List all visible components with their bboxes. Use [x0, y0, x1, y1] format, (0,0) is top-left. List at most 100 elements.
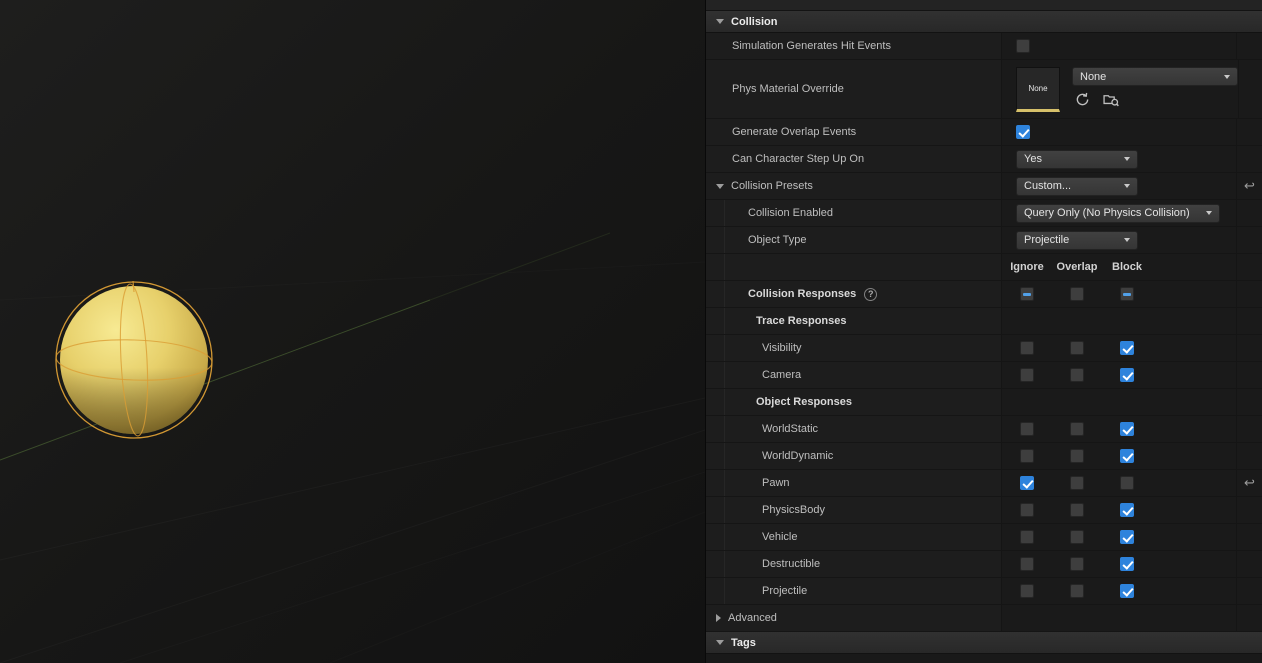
object-type-dropdown[interactable]: Projectile [1016, 230, 1138, 250]
property-label: WorldDynamic [762, 450, 834, 462]
property-label: Collision Presets [731, 180, 813, 192]
row-object-responses: Object Responses [706, 389, 1262, 416]
destructible-block-checkbox[interactable] [1120, 557, 1134, 571]
worlddynamic-ignore-checkbox[interactable] [1020, 449, 1034, 463]
worldstatic-ignore-checkbox[interactable] [1020, 422, 1034, 436]
worlddynamic-block-checkbox[interactable] [1120, 449, 1134, 463]
chevron-down-icon [1124, 184, 1130, 188]
visibility-block-checkbox[interactable] [1120, 341, 1134, 355]
generate-overlap-events-checkbox[interactable] [1016, 125, 1030, 139]
collapse-arrow-icon[interactable] [716, 19, 724, 24]
chevron-down-icon [1124, 238, 1130, 242]
collision-responses-overlap-checkbox[interactable] [1070, 287, 1084, 301]
subsection-label: Trace Responses [756, 315, 847, 327]
section-label: Advanced [728, 612, 777, 624]
row-phys-material-override: Phys Material Override None None [706, 60, 1262, 119]
row-object-type: Object Type Projectile [706, 227, 1262, 254]
row-collision-enabled: Collision Enabled Query Only (No Physics… [706, 200, 1262, 227]
vehicle-overlap-checkbox[interactable] [1070, 530, 1084, 544]
property-label: Destructible [762, 558, 821, 570]
property-label: Camera [762, 369, 802, 381]
projectile-ignore-checkbox[interactable] [1020, 584, 1034, 598]
worldstatic-block-checkbox[interactable] [1120, 422, 1134, 436]
pawn-overlap-checkbox[interactable] [1070, 476, 1084, 490]
chevron-down-icon [1124, 157, 1130, 161]
row-pawn: Pawn ↩ [706, 470, 1262, 497]
row-collision-responses: Collision Responses ? [706, 281, 1262, 308]
physicsbody-ignore-checkbox[interactable] [1020, 503, 1034, 517]
row-camera: Camera [706, 362, 1262, 389]
collapse-arrow-icon[interactable] [716, 640, 724, 645]
row-response-column-headers: Ignore Overlap Block [706, 254, 1262, 281]
pawn-ignore-checkbox[interactable] [1020, 476, 1034, 490]
property-label: Object Type [748, 234, 807, 246]
row-visibility: Visibility [706, 335, 1262, 362]
row-physicsbody: PhysicsBody [706, 497, 1262, 524]
phys-material-override-dropdown[interactable]: None [1072, 67, 1238, 86]
category-title: Collision [731, 15, 778, 28]
destructible-ignore-checkbox[interactable] [1020, 557, 1034, 571]
visibility-overlap-checkbox[interactable] [1070, 341, 1084, 355]
reset-to-default-icon[interactable]: ↩ [1244, 477, 1255, 490]
property-label: Visibility [762, 342, 802, 354]
row-worlddynamic: WorldDynamic [706, 443, 1262, 470]
vehicle-ignore-checkbox[interactable] [1020, 530, 1034, 544]
subsection-label: Object Responses [756, 396, 852, 408]
worlddynamic-overlap-checkbox[interactable] [1070, 449, 1084, 463]
asset-thumbnail[interactable]: None [1016, 67, 1060, 112]
category-header-tags[interactable]: Tags [706, 632, 1262, 654]
row-worldstatic: WorldStatic [706, 416, 1262, 443]
simulation-generates-hit-events-checkbox[interactable] [1016, 39, 1030, 53]
collision-responses-block-checkbox[interactable] [1120, 287, 1134, 301]
pawn-block-checkbox[interactable] [1120, 476, 1134, 490]
panel-top-strip [706, 0, 1262, 11]
property-label: Pawn [762, 477, 790, 489]
destructible-overlap-checkbox[interactable] [1070, 557, 1084, 571]
vehicle-block-checkbox[interactable] [1120, 530, 1134, 544]
property-label: Collision Responses [748, 288, 857, 300]
sphere-actor[interactable] [55, 280, 213, 439]
physicsbody-overlap-checkbox[interactable] [1070, 503, 1084, 517]
projectile-overlap-checkbox[interactable] [1070, 584, 1084, 598]
collision-presets-dropdown[interactable]: Custom... [1016, 176, 1138, 196]
collision-enabled-dropdown[interactable]: Query Only (No Physics Collision) [1016, 203, 1220, 223]
category-title: Tags [731, 636, 756, 649]
row-trace-responses: Trace Responses [706, 308, 1262, 335]
worldstatic-overlap-checkbox[interactable] [1070, 422, 1084, 436]
property-label: Phys Material Override [732, 83, 844, 95]
camera-overlap-checkbox[interactable] [1070, 368, 1084, 382]
collision-responses-ignore-checkbox[interactable] [1020, 287, 1034, 301]
property-label: Projectile [762, 585, 808, 597]
use-selected-asset-icon[interactable] [1075, 92, 1090, 107]
viewport-canvas[interactable] [0, 0, 705, 663]
row-projectile: Projectile [706, 578, 1262, 605]
asset-thumbnail-label: None [1028, 84, 1048, 93]
column-header-block: Block [1112, 261, 1142, 273]
projectile-block-checkbox[interactable] [1120, 584, 1134, 598]
camera-ignore-checkbox[interactable] [1020, 368, 1034, 382]
property-label: Collision Enabled [748, 207, 833, 219]
row-simulation-generates-hit-events: Simulation Generates Hit Events [706, 33, 1262, 60]
row-generate-overlap-events: Generate Overlap Events [706, 119, 1262, 146]
row-collision-presets: Collision Presets Custom... ↩ [706, 173, 1262, 200]
panel-bottom-strip [706, 654, 1262, 663]
can-character-step-up-on-dropdown[interactable]: Yes [1016, 149, 1138, 169]
chevron-down-icon [1224, 74, 1230, 79]
column-header-ignore: Ignore [1010, 261, 1044, 273]
expander-arrow-icon[interactable] [716, 183, 724, 189]
reset-to-default-icon[interactable]: ↩ [1244, 180, 1255, 193]
property-label: PhysicsBody [762, 504, 825, 516]
property-label: WorldStatic [762, 423, 819, 435]
level-viewport[interactable] [0, 0, 705, 663]
chevron-down-icon [1206, 211, 1212, 215]
visibility-ignore-checkbox[interactable] [1020, 341, 1034, 355]
details-panel: Collision Simulation Generates Hit Event… [705, 0, 1262, 663]
browse-to-asset-icon[interactable] [1103, 92, 1119, 107]
expander-arrow-icon[interactable] [716, 614, 721, 622]
property-label: Simulation Generates Hit Events [732, 40, 891, 52]
row-destructible: Destructible [706, 551, 1262, 578]
category-header-collision[interactable]: Collision [706, 11, 1262, 33]
camera-block-checkbox[interactable] [1120, 368, 1134, 382]
physicsbody-block-checkbox[interactable] [1120, 503, 1134, 517]
help-icon[interactable]: ? [864, 287, 878, 301]
